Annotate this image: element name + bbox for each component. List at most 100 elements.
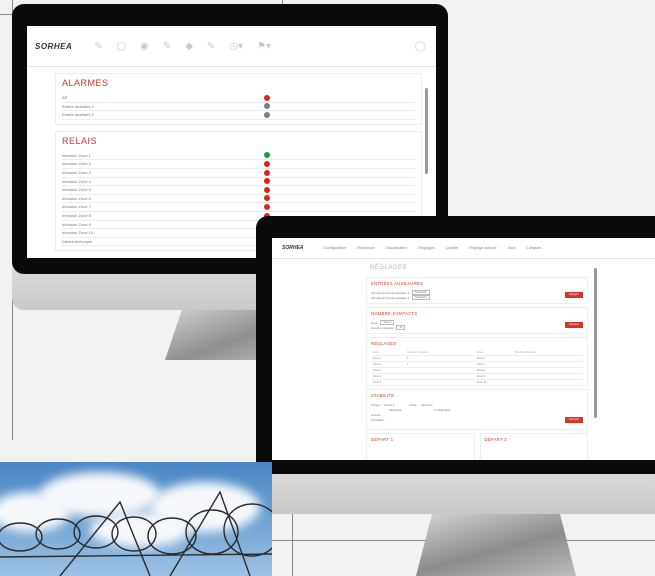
nav-configuration[interactable]: Configuration bbox=[321, 246, 347, 250]
copy-icon[interactable]: ▢ bbox=[117, 41, 126, 52]
panel-title: STABILITÉ bbox=[371, 393, 395, 398]
panel-title: NOMBRE D'IMPACTS bbox=[371, 311, 418, 316]
field-label: Lecture : bbox=[371, 412, 382, 417]
status-indicator-icon bbox=[264, 195, 270, 202]
flag-dropdown-icon[interactable]: ⚑▾ bbox=[257, 41, 271, 52]
alarmes-title: ALARMES bbox=[62, 78, 109, 88]
status-row: Intrusion Zone 3 bbox=[62, 169, 415, 178]
status-row: Intrusion Zone 2 bbox=[62, 160, 415, 169]
status-label: Défaut technique bbox=[62, 238, 93, 244]
field-label: Nombre d'impacts bbox=[371, 325, 394, 330]
status-label: Intrusion Zone 5 bbox=[62, 187, 91, 193]
status-label: Intrusion Zone 10 bbox=[62, 230, 94, 236]
nav-historique[interactable]: Historique bbox=[355, 246, 375, 250]
status-label: Intrusion Zone 1 bbox=[62, 152, 91, 158]
field-label: Zone bbox=[371, 320, 378, 325]
panel-title: ENTRÉES AUXILIAIRES bbox=[371, 281, 424, 286]
alarmes-panel: ALARMES AP Entrée auxiliaire 1 Entrée auxi… bbox=[55, 73, 422, 125]
status-row: Entrée auxiliaire 2 bbox=[62, 111, 415, 120]
table-cell: Zone 10 bbox=[474, 379, 514, 386]
radio-option[interactable]: Sélection bbox=[421, 403, 433, 407]
panel-title: DÉPART 2 bbox=[484, 437, 507, 442]
scrollbar[interactable] bbox=[594, 268, 597, 418]
sorhea-logo: SORHEA bbox=[282, 245, 304, 251]
field-label: Sécurité de l'entrée auxiliaire 1 bbox=[371, 290, 410, 295]
monitor-stand bbox=[416, 514, 576, 576]
status-label: Intrusion Zone 2 bbox=[62, 161, 91, 167]
barbed-wire-photo bbox=[0, 462, 272, 576]
send-button[interactable]: Envoyer bbox=[565, 322, 583, 328]
edit-icon[interactable]: ✎ bbox=[94, 41, 102, 52]
field-label: Sécurité de l'entrée auxiliaire 2 bbox=[371, 295, 410, 300]
status-label: Entrée auxiliaire 2 bbox=[62, 112, 95, 118]
table-cell bbox=[513, 379, 583, 386]
status-row: Intrusion Zone 7 bbox=[62, 203, 415, 212]
status-indicator-icon bbox=[264, 94, 270, 101]
field-row: Sensibilité : bbox=[371, 417, 583, 422]
field-label: Sensibilité : bbox=[371, 417, 386, 422]
status-indicator-icon bbox=[264, 103, 270, 110]
table-cell: Zone 5 bbox=[371, 379, 406, 386]
nav-qualite[interactable]: Qualité bbox=[444, 246, 458, 250]
edit-icon[interactable]: ✎ bbox=[207, 41, 215, 52]
status-label: Intrusion Zone 4 bbox=[62, 178, 91, 184]
table-cell bbox=[405, 379, 475, 386]
depart-2-panel: DÉPART 2 bbox=[479, 433, 588, 460]
radio-option[interactable]: Temps 1 bbox=[384, 403, 395, 407]
entrees-panel: ENTRÉES AUXILIAIRES Sécurité de l'entrée… bbox=[366, 277, 588, 304]
status-indicator-icon bbox=[264, 152, 270, 159]
nav-aide[interactable]: Aide bbox=[506, 246, 516, 250]
panel-title: DÉPART 1 bbox=[371, 437, 394, 442]
nav-reglage-avance[interactable]: Réglage avancé bbox=[467, 246, 496, 250]
select-field[interactable]: Désactivé bbox=[412, 295, 430, 300]
zone-select[interactable]: Zone 1 bbox=[380, 320, 395, 325]
top-toolbar: SORHEA ✎ ▢ ◉ ✎ ◆ ✎ ◷▾ ⚑▾ ◯ bbox=[27, 26, 436, 67]
top-navbar: SORHEA Configuration Historique Visualis… bbox=[272, 238, 655, 259]
status-indicator-icon bbox=[264, 160, 270, 167]
status-label: AP bbox=[62, 95, 68, 100]
status-row: Intrusion Zone 6 bbox=[62, 195, 415, 204]
status-row: AP bbox=[62, 94, 415, 103]
nav-langues[interactable]: Langues bbox=[525, 246, 542, 250]
field-label: Temps : bbox=[371, 402, 381, 407]
power-icon[interactable]: ◯ bbox=[415, 41, 426, 52]
status-label: Entrée auxiliaire 1 bbox=[62, 103, 95, 109]
status-label: Intrusion Zone 3 bbox=[62, 169, 91, 175]
depart-1-panel: DÉPART 1 bbox=[366, 433, 475, 460]
radio-option[interactable]: Configuration bbox=[434, 408, 451, 412]
status-indicator-icon bbox=[264, 178, 270, 185]
edit-icon[interactable]: ✎ bbox=[163, 41, 171, 52]
impacts-input[interactable]: 10 bbox=[396, 325, 406, 330]
field-label: Mode : bbox=[409, 402, 418, 407]
field-row: Sécurité de l'entrée auxiliaire 2 Désacti… bbox=[371, 295, 583, 300]
status-indicator-icon bbox=[264, 186, 270, 193]
status-label: Intrusion Zone 6 bbox=[62, 195, 91, 201]
status-row: Intrusion Zone 5 bbox=[62, 186, 415, 195]
relais-title: RELAIS bbox=[62, 135, 98, 146]
table-row: Zone 5 Zone 10 bbox=[371, 379, 583, 386]
nombre-panel: NOMBRE D'IMPACTS Zone Zone 1 Nombre d'imp… bbox=[366, 307, 588, 334]
status-row: Entrée auxiliaire 1 bbox=[62, 103, 415, 112]
monitor-2-screen: SORHEA Configuration Historique Visualis… bbox=[272, 238, 655, 460]
scrollbar[interactable] bbox=[425, 88, 428, 174]
field-row: Nombre d'impacts 10 bbox=[371, 325, 583, 330]
nav-visualisation[interactable]: Visualisation bbox=[384, 246, 407, 250]
send-button[interactable]: Envoyer bbox=[565, 292, 583, 298]
toolbar-icons: ✎ ▢ ◉ ✎ ◆ ✎ ◷▾ ⚑▾ bbox=[94, 41, 271, 52]
nav-reglages[interactable]: Réglages bbox=[416, 246, 435, 250]
clock-dropdown-icon[interactable]: ◷▾ bbox=[229, 41, 243, 52]
radio-option[interactable]: Désactivé bbox=[389, 408, 401, 412]
status-indicator-icon bbox=[264, 111, 270, 118]
eye-icon[interactable]: ◉ bbox=[140, 41, 149, 52]
status-indicator-icon bbox=[264, 169, 270, 176]
status-label: Intrusion Zone 8 bbox=[62, 212, 91, 218]
stabilite-panel: STABILITÉ Temps : Temps 1 Mode : Sélection … bbox=[366, 389, 588, 430]
network-icon[interactable]: ◆ bbox=[185, 41, 193, 52]
panel-title: RÉGLAGES bbox=[371, 341, 397, 346]
send-button[interactable]: Envoyer bbox=[565, 417, 583, 423]
page-title: RÉGLAGES bbox=[370, 265, 408, 271]
reglages-table: Zone Nombre d'impacts Zone Nombre d'impacts… bbox=[371, 350, 583, 386]
depart-columns: DÉPART 1 DÉPART 2 bbox=[366, 433, 588, 460]
reglages-panel: RÉGLAGES Zone Nombre d'impacts Zone Nombre … bbox=[366, 337, 588, 386]
status-label: Intrusion Zone 9 bbox=[62, 221, 91, 227]
